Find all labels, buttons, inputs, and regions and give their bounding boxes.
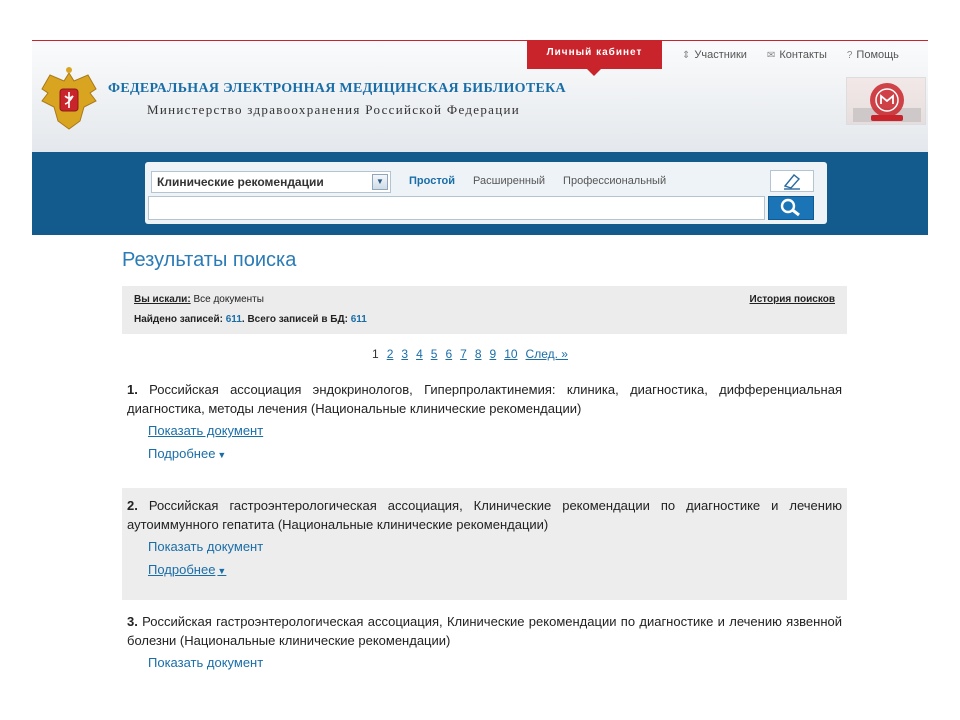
page-3[interactable]: 3 <box>401 347 408 361</box>
search-icon <box>780 198 800 217</box>
more-details-link[interactable]: Подробнее ▼ <box>148 446 226 461</box>
top-links: ⇕ Участники ✉ Контакты ? Помощь <box>682 49 899 61</box>
library-logo <box>846 77 926 125</box>
show-document-link[interactable]: Показать документ <box>148 539 263 554</box>
search-band: Клинические рекомендации ▼ Простой Расши… <box>32 152 928 235</box>
searched-label: Вы искали: <box>134 294 191 305</box>
result-item: 2. Российская гастроэнтерологическая асс… <box>122 488 847 600</box>
chevron-down-icon[interactable]: ▼ <box>372 174 388 190</box>
result-description: Российская гастроэнтерологическая ассоци… <box>127 614 842 648</box>
result-number: 2. <box>127 498 138 513</box>
participants-link-label: Участники <box>694 49 747 61</box>
show-document-link[interactable]: Показать документ <box>148 423 263 438</box>
eraser-icon <box>783 174 801 190</box>
search-history-link[interactable]: История поисков <box>750 294 835 305</box>
result-description: Российская ассоциация эндокринологов, Ги… <box>127 382 842 416</box>
total-label: . Всего записей в БД: <box>241 314 348 325</box>
more-details-label: Подробнее <box>148 562 216 577</box>
page-7[interactable]: 7 <box>460 347 467 361</box>
total-count: 611 <box>350 314 367 325</box>
contacts-link[interactable]: ✉ Контакты <box>767 49 827 61</box>
clear-button[interactable] <box>770 170 814 192</box>
pagination: 1 2 3 4 5 6 7 8 9 10 След. » <box>372 347 568 361</box>
mail-icon: ✉ <box>766 49 776 61</box>
help-link-label: Помощь <box>856 49 899 61</box>
next-page-link[interactable]: След. » <box>526 347 568 361</box>
result-title: 2. Российская гастроэнтерологическая асс… <box>127 496 842 534</box>
search-panel: Клинические рекомендации ▼ Простой Расши… <box>145 162 827 224</box>
participants-icon: ⇕ <box>682 49 691 61</box>
caret-down-icon: ▼ <box>217 566 227 576</box>
show-document-link[interactable]: Показать документ <box>148 655 263 670</box>
site-header: Личный кабинет ⇕ Участники ✉ Контакты ? … <box>32 40 928 152</box>
page-10[interactable]: 10 <box>504 347 517 361</box>
page-9[interactable]: 9 <box>490 347 497 361</box>
category-select-value: Клинические рекомендации <box>157 175 324 189</box>
searched-query: Вы искали: Все документы <box>134 294 264 305</box>
library-logo-icon <box>853 83 921 122</box>
result-title: 3. Российская гастроэнтерологическая асс… <box>127 612 842 650</box>
search-button[interactable] <box>768 196 814 220</box>
records-count: Найдено записей: 611. Всего записей в БД… <box>134 314 367 325</box>
help-link[interactable]: ? Помощь <box>847 49 899 61</box>
tab-simple[interactable]: Простой <box>409 175 455 187</box>
search-input[interactable] <box>148 196 765 220</box>
category-select[interactable]: Клинические рекомендации ▼ <box>151 171 391 193</box>
ministry-subtitle: Министерство здравоохранения Российской … <box>147 102 520 117</box>
caret-down-icon: ▼ <box>217 450 227 460</box>
personal-cabinet-tab[interactable]: Личный кабинет <box>527 41 662 76</box>
page-title: Результаты поиска <box>122 249 297 271</box>
result-item: 3. Российская гастроэнтерологическая асс… <box>122 604 847 684</box>
searched-value: Все документы <box>193 294 264 305</box>
contacts-link-label: Контакты <box>779 49 827 61</box>
more-details-label: Подробнее <box>148 446 216 461</box>
found-label: Найдено записей: <box>134 314 223 325</box>
page-6[interactable]: 6 <box>445 347 452 361</box>
page-2[interactable]: 2 <box>387 347 394 361</box>
site-title: ФЕДЕРАЛЬНАЯ ЭЛЕКТРОННАЯ МЕДИЦИНСКАЯ БИБЛ… <box>108 81 566 96</box>
tab-professional[interactable]: Профессиональный <box>563 175 666 187</box>
participants-link[interactable]: ⇕ Участники <box>682 49 747 61</box>
page-1: 1 <box>372 347 379 361</box>
page-8[interactable]: 8 <box>475 347 482 361</box>
more-details-link[interactable]: Подробнее ▼ <box>148 562 226 577</box>
found-count: 611 <box>225 314 242 325</box>
page-5[interactable]: 5 <box>431 347 438 361</box>
result-description: Российская гастроэнтерологическая ассоци… <box>127 498 842 532</box>
tab-advanced[interactable]: Расширенный <box>473 175 545 187</box>
result-number: 1. <box>127 382 138 397</box>
search-info-box: Вы искали: Все документы История поисков… <box>122 286 847 334</box>
search-mode-tabs: Простой Расширенный Профессиональный <box>409 175 666 187</box>
coat-of-arms-icon <box>41 67 97 130</box>
help-icon: ? <box>846 49 853 61</box>
result-item: 1. Российская ассоциация эндокринологов,… <box>122 372 847 484</box>
result-title: 1. Российская ассоциация эндокринологов,… <box>127 380 842 418</box>
result-number: 3. <box>127 614 138 629</box>
page-4[interactable]: 4 <box>416 347 423 361</box>
